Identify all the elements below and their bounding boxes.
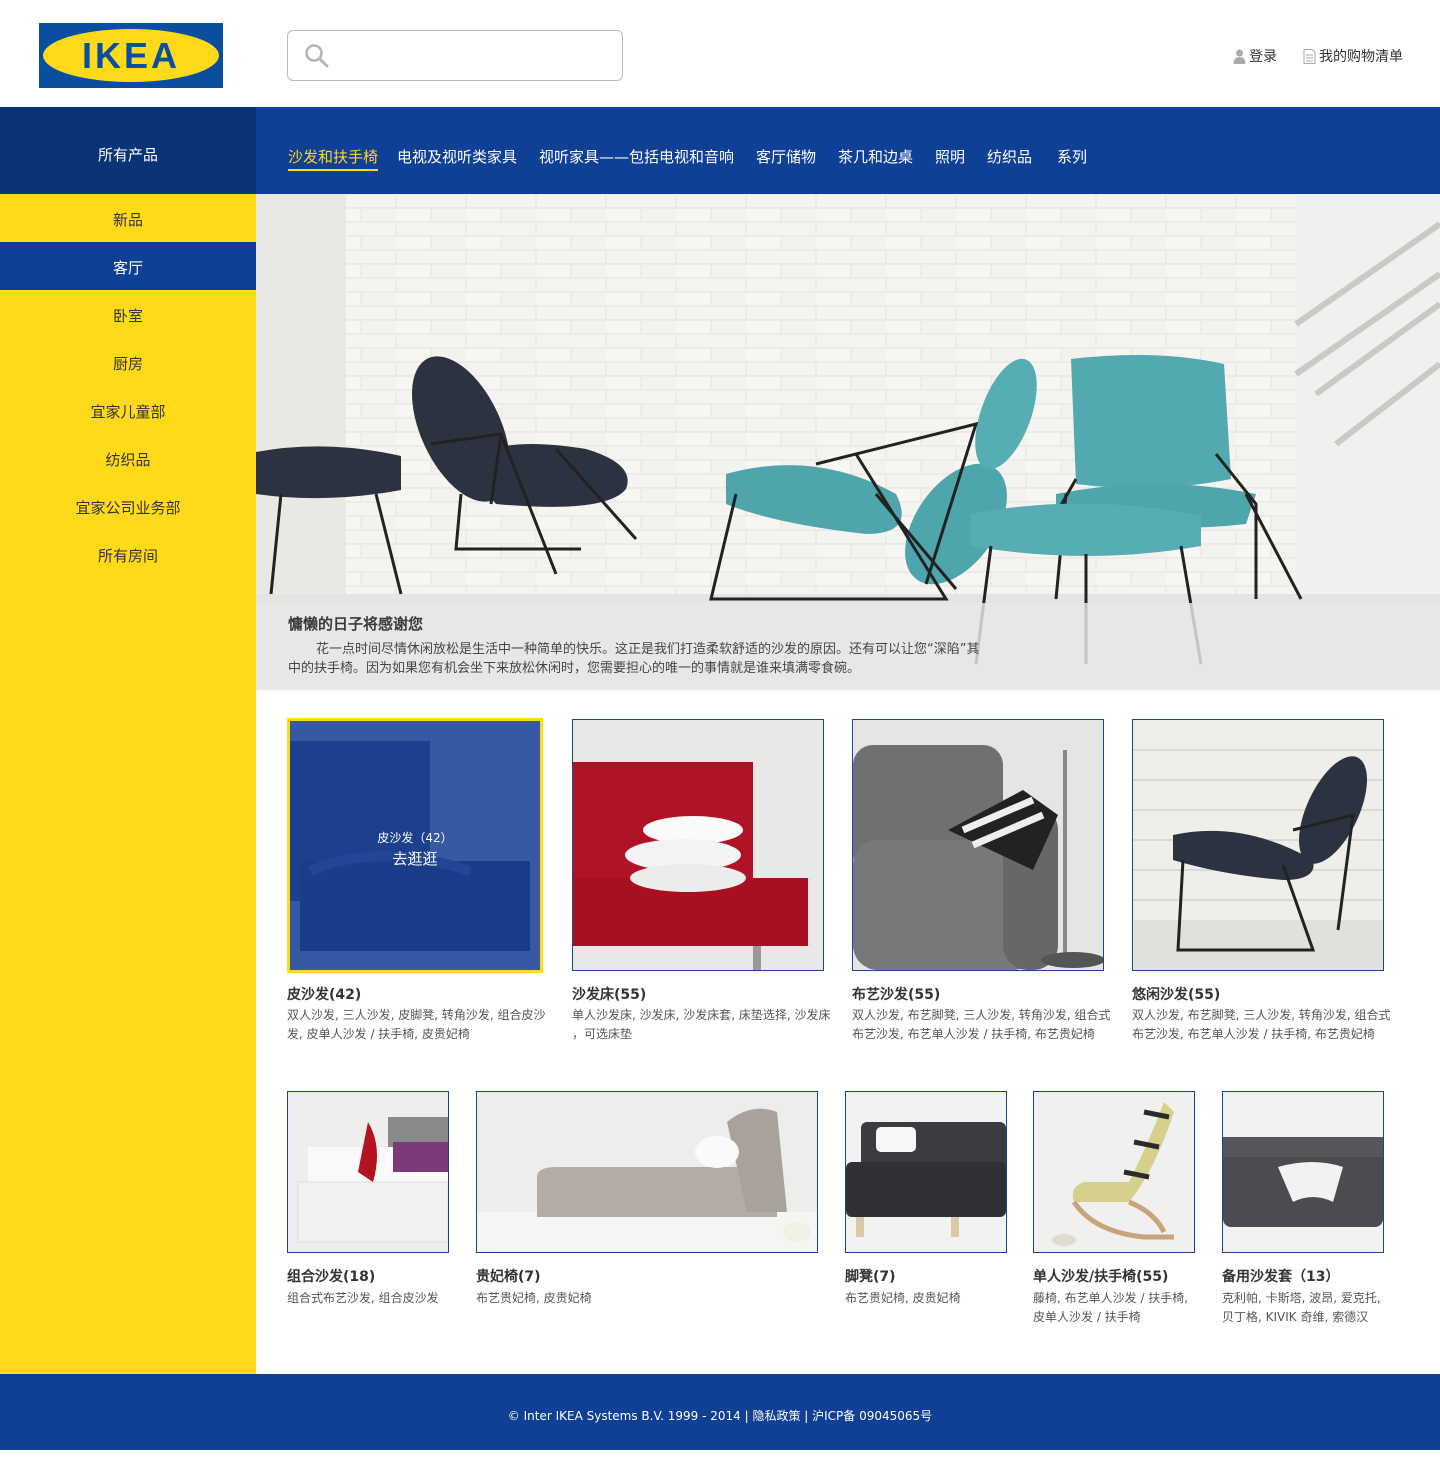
logo-text: IKEA (81, 35, 180, 76)
product-image-footstool[interactable] (845, 1091, 1007, 1253)
go-shopping-link[interactable]: 去逛逛 (290, 848, 540, 869)
product-desc: 布艺贵妃椅, 皮贵妃椅 (476, 1291, 592, 1305)
product-title[interactable]: 组合沙发(18) (287, 1266, 375, 1286)
site-footer: © Inter IKEA Systems B.V. 1999 - 2014 | … (0, 1374, 1440, 1450)
product-title[interactable]: 布艺沙发(55) (852, 984, 940, 1004)
product-title[interactable]: 备用沙发套（13） (1222, 1266, 1339, 1286)
modular-sofa-image (288, 1092, 448, 1252)
sofa-bed-image (573, 720, 823, 970)
shopping-list-link[interactable]: 我的购物清单 (1303, 46, 1403, 66)
sidebar-menu: 新品 客厅 卧室 厨房 宜家儿童部 纺织品 宜家公司业务部 所有房间 (0, 194, 256, 578)
hover-overlay: 皮沙发（42） 去逛逛 (290, 721, 540, 970)
armchair-image (1034, 1092, 1194, 1252)
product-title[interactable]: 沙发床(55) (572, 984, 646, 1004)
sidebar-item-textiles[interactable]: 纺织品 (0, 434, 256, 482)
product-desc: 单人沙发床, 沙发床, 沙发床套, 床垫选择, 沙发床 ，可选床垫 (572, 1008, 831, 1041)
search-box[interactable] (287, 30, 623, 81)
chaise-image (477, 1092, 817, 1252)
list-icon (1303, 48, 1316, 64)
product-desc: 双人沙发, 三人沙发, 皮脚凳, 转角沙发, 组合皮沙发, 皮单人沙发 / 扶手… (287, 1008, 546, 1041)
user-icon (1233, 49, 1246, 64)
cart-label: 我的购物清单 (1319, 49, 1403, 65)
product-title[interactable]: 皮沙发(42) (287, 984, 361, 1004)
sidebar: 所有产品 新品 客厅 卧室 厨房 宜家儿童部 纺织品 宜家公司业务部 所有房间 (0, 107, 256, 1374)
hero-banner[interactable]: 慵懒的日子将感谢您 花一点时间尽情休闲放松是生活中一种简单的快乐。这正是我们打造… (256, 194, 1440, 690)
site-header: IKEA 登录 我的购物清单 (0, 0, 1440, 107)
fabric-sofa-image (853, 720, 1103, 970)
product-image-sofa-cover[interactable] (1222, 1091, 1384, 1253)
login-link[interactable]: 登录 (1233, 46, 1277, 66)
product-title[interactable]: 单人沙发/扶手椅(55) (1033, 1266, 1168, 1286)
search-input[interactable] (344, 41, 608, 71)
hero-title: 慵懒的日子将感谢您 (288, 615, 424, 633)
login-label: 登录 (1249, 49, 1277, 65)
product-desc: 双人沙发, 布艺脚凳, 三人沙发, 转角沙发, 组合式布艺沙发, 布艺单人沙发 … (1132, 1008, 1391, 1041)
sidebar-item-living-room[interactable]: 客厅 (0, 242, 256, 290)
sidebar-item-new[interactable]: 新品 (0, 194, 256, 242)
product-desc: 双人沙发, 布艺脚凳, 三人沙发, 转角沙发, 组合式布艺沙发, 布艺单人沙发 … (852, 1008, 1111, 1041)
tab-series[interactable]: 系列 (1057, 146, 1087, 167)
footstool-image (846, 1092, 1006, 1252)
sidebar-item-all-rooms[interactable]: 所有房间 (0, 530, 256, 578)
search-icon[interactable] (304, 43, 330, 69)
product-image-sofa-bed[interactable] (572, 719, 824, 971)
tab-coffee-tables[interactable]: 茶几和边桌 (838, 146, 913, 167)
product-image-chaise[interactable] (476, 1091, 818, 1253)
tab-sofas-armchairs[interactable]: 沙发和扶手椅 (288, 146, 379, 171)
sofa-cover-image (1223, 1092, 1383, 1252)
product-image-modular-sofa[interactable] (287, 1091, 449, 1253)
category-nav: 沙发和扶手椅 电视及视听类家具 视听家具——包括电视和音响 客厅储物 茶几和边桌… (256, 107, 1440, 194)
tab-lighting[interactable]: 照明 (935, 146, 965, 167)
hero-description: 花一点时间尽情休闲放松是生活中一种简单的快乐。这正是我们打造柔软舒适的沙发的原因… (288, 642, 980, 676)
product-title[interactable]: 贵妃椅(7) (476, 1266, 541, 1286)
product-title[interactable]: 悠闲沙发(55) (1132, 984, 1220, 1004)
sidebar-item-kids[interactable]: 宜家儿童部 (0, 386, 256, 434)
product-image-armchair[interactable] (1033, 1091, 1195, 1253)
product-image-lounge-sofa[interactable] (1132, 719, 1384, 971)
sidebar-item-business[interactable]: 宜家公司业务部 (0, 482, 256, 530)
tab-textiles[interactable]: 纺织品 (987, 146, 1032, 167)
tab-living-storage[interactable]: 客厅储物 (756, 146, 816, 167)
product-title[interactable]: 脚凳(7) (845, 1266, 896, 1286)
sidebar-title[interactable]: 所有产品 (0, 107, 256, 194)
tab-av-furniture[interactable]: 视听家具——包括电视和音响 (539, 146, 734, 167)
product-desc: 克利帕, 卡斯塔, 波昂, 爱克托, 贝丁格, KIVIK 奇维, 索德汉 (1222, 1291, 1381, 1324)
product-image-fabric-sofa[interactable] (852, 719, 1104, 971)
product-image-leather-sofa[interactable]: 皮沙发（42） 去逛逛 (287, 718, 543, 973)
product-desc: 布艺贵妃椅, 皮贵妃椅 (845, 1291, 961, 1305)
lounge-chair-image (1133, 720, 1383, 970)
overlay-category: 皮沙发（42） (377, 831, 453, 845)
sidebar-item-bedroom[interactable]: 卧室 (0, 290, 256, 338)
ikea-logo[interactable]: IKEA (39, 23, 223, 88)
footer-copyright[interactable]: © Inter IKEA Systems B.V. 1999 - 2014 | … (508, 1409, 932, 1423)
sidebar-item-kitchen[interactable]: 厨房 (0, 338, 256, 386)
product-desc: 藤椅, 布艺单人沙发 / 扶手椅, 皮单人沙发 / 扶手椅 (1033, 1291, 1189, 1324)
user-links: 登录 我的购物清单 (1233, 46, 1403, 66)
product-desc: 组合式布艺沙发, 组合皮沙发 (287, 1291, 439, 1305)
tab-tv-furniture[interactable]: 电视及视听类家具 (397, 146, 517, 167)
